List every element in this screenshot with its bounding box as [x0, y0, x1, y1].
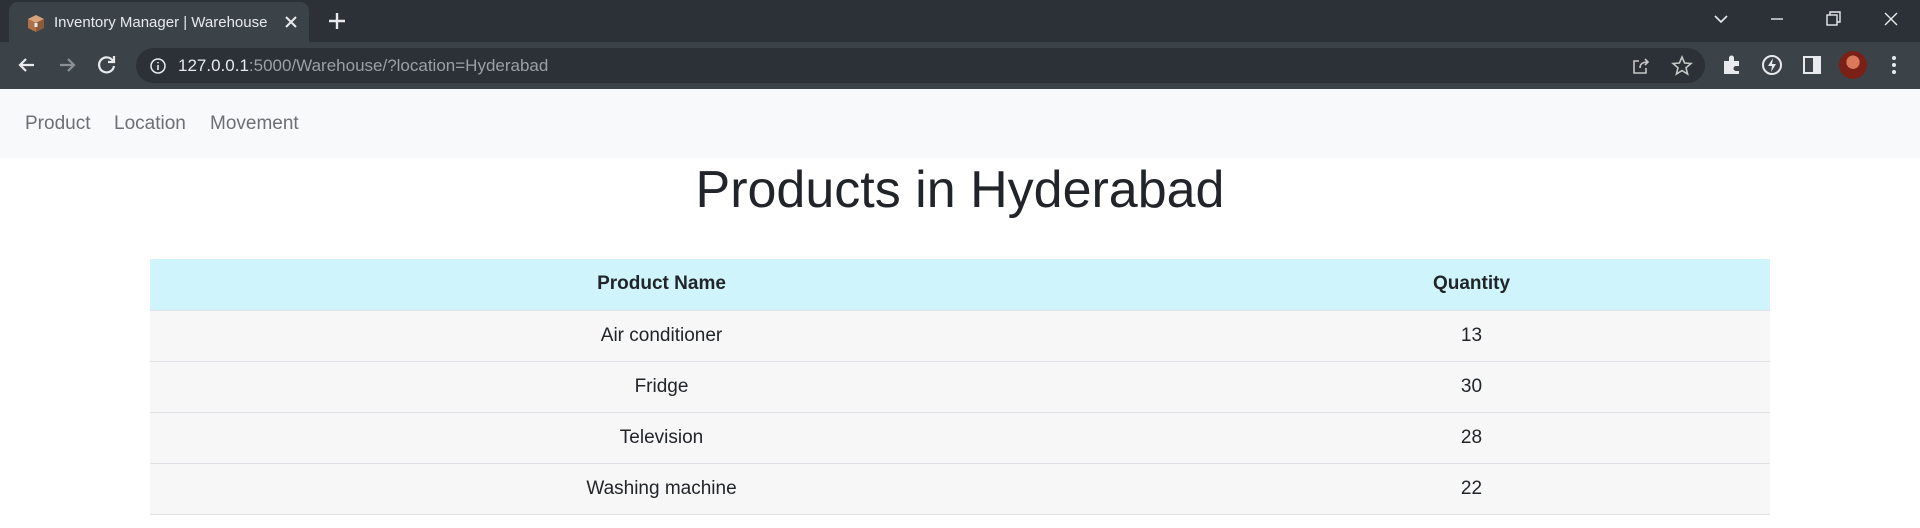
- column-header-quantity: Quantity: [1173, 259, 1770, 311]
- back-icon[interactable]: [14, 52, 40, 78]
- more-menu-icon[interactable]: [1881, 52, 1907, 78]
- restore-icon[interactable]: [1818, 6, 1848, 32]
- products-table: Product Name Quantity Air conditioner 13…: [150, 259, 1770, 515]
- forward-icon[interactable]: [54, 52, 80, 78]
- url-host: 127.0.0.1: [178, 56, 249, 75]
- table-row: Washing machine 22: [150, 463, 1770, 515]
- table-header: Product Name Quantity: [150, 259, 1770, 311]
- profile-avatar[interactable]: [1839, 51, 1867, 79]
- table-row: Television 28: [150, 412, 1770, 464]
- extension-bolt-icon[interactable]: [1759, 52, 1785, 78]
- table-row: Air conditioner 13: [150, 310, 1770, 362]
- minimize-icon[interactable]: [1762, 6, 1792, 32]
- tab-title: Inventory Manager | Warehouse: [54, 14, 268, 31]
- product-name-cell: Fridge: [150, 361, 1173, 413]
- table-header-row: Product Name Quantity: [150, 259, 1770, 311]
- table-row: Fridge 30: [150, 361, 1770, 413]
- browser-tab-strip: Inventory Manager | Warehouse: [0, 0, 1920, 44]
- browser-toolbar: 127.0.0.1:5000/Warehouse/?location=Hyder…: [0, 42, 1920, 89]
- table-body: Air conditioner 13 Fridge 30 Television …: [150, 310, 1770, 515]
- close-window-icon[interactable]: [1876, 6, 1906, 32]
- tab-search-icon[interactable]: [1706, 6, 1736, 32]
- reload-icon[interactable]: [94, 52, 120, 78]
- navbar: Product Location Movement: [0, 89, 1920, 158]
- nav-link-movement[interactable]: Movement: [210, 113, 299, 135]
- browser-tab[interactable]: Inventory Manager | Warehouse: [9, 2, 309, 44]
- page-title: Products in Hyderabad: [695, 161, 1225, 219]
- close-tab-icon[interactable]: [280, 11, 302, 33]
- extensions-icon[interactable]: [1719, 52, 1745, 78]
- new-tab-icon[interactable]: [325, 9, 349, 33]
- quantity-cell: 22: [1173, 463, 1770, 515]
- column-header-product-name: Product Name: [150, 259, 1173, 311]
- bookmark-star-icon[interactable]: [1671, 55, 1693, 77]
- quantity-cell: 30: [1173, 361, 1770, 413]
- quantity-cell: 28: [1173, 412, 1770, 464]
- url-text: 127.0.0.1:5000/Warehouse/?location=Hyder…: [178, 56, 548, 76]
- url-path: :5000/Warehouse/?location=Hyderabad: [248, 56, 549, 75]
- product-name-cell: Washing machine: [150, 463, 1173, 515]
- product-name-cell: Air conditioner: [150, 310, 1173, 362]
- site-info-icon[interactable]: [149, 57, 167, 75]
- share-icon[interactable]: [1631, 56, 1651, 76]
- quantity-cell: 13: [1173, 310, 1770, 362]
- address-bar[interactable]: 127.0.0.1:5000/Warehouse/?location=Hyder…: [136, 48, 1705, 83]
- product-name-cell: Television: [150, 412, 1173, 464]
- package-icon: [28, 15, 44, 32]
- side-panel-icon[interactable]: [1799, 52, 1825, 78]
- nav-link-location[interactable]: Location: [114, 113, 186, 135]
- nav-link-product[interactable]: Product: [25, 113, 90, 135]
